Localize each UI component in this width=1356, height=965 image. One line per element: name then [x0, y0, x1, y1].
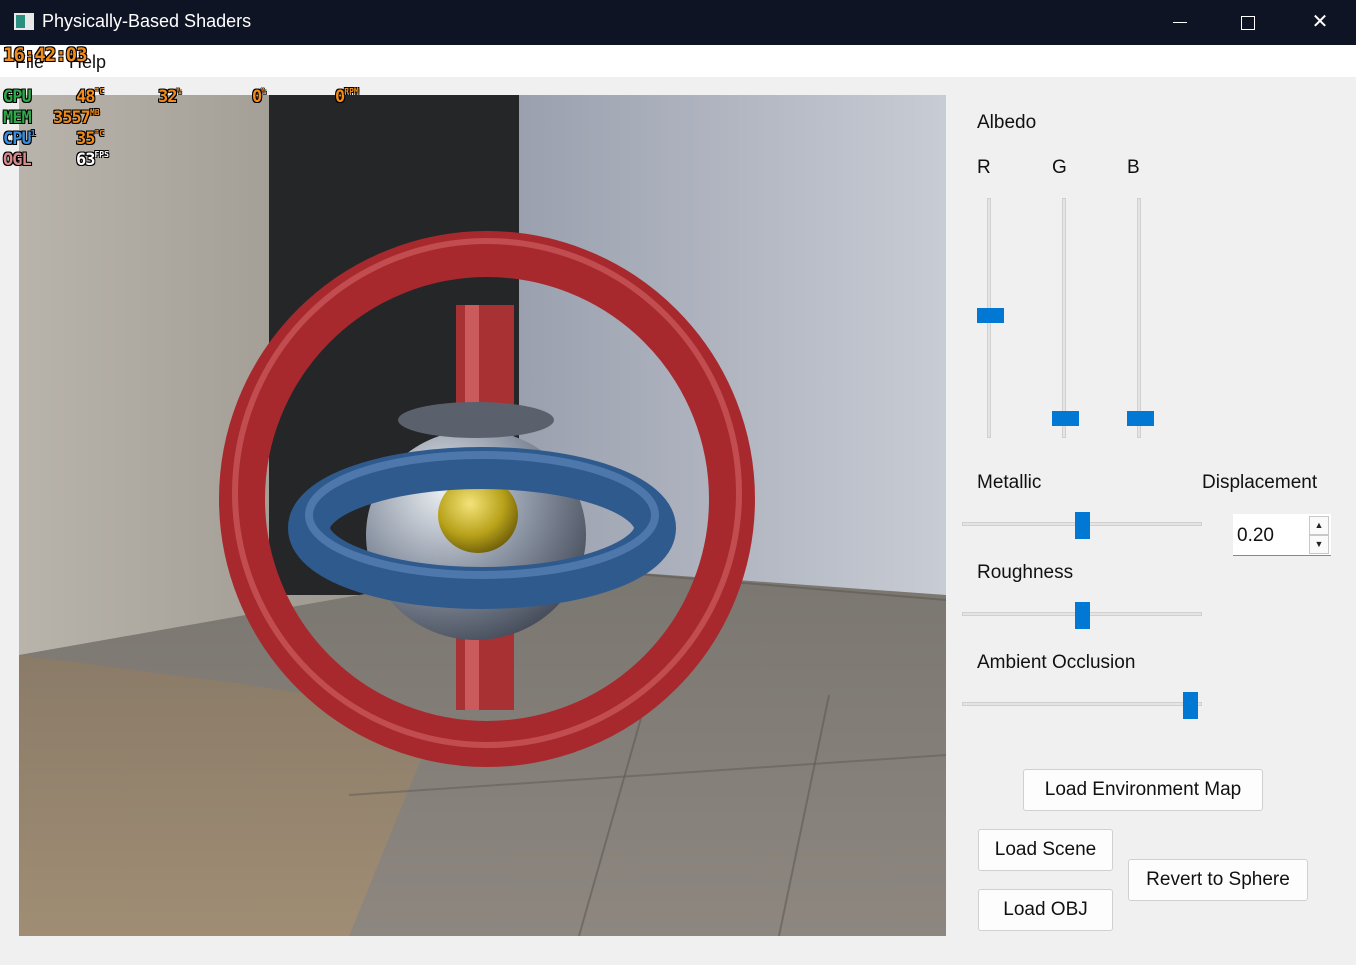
- gpu-temp-unit: °C: [94, 87, 105, 96]
- overlay-mem: 3557MB: [53, 108, 100, 128]
- gpu-v3-unit: %: [261, 87, 267, 96]
- overlay-fps: 63FPS: [76, 150, 109, 170]
- app-icon: [14, 13, 34, 30]
- overlay-gpu-label: GPU: [3, 87, 32, 107]
- displacement-value[interactable]: 0.20: [1237, 525, 1274, 547]
- albedo-g-handle[interactable]: [1052, 411, 1079, 426]
- cpu-temp-value: 35: [76, 129, 96, 149]
- gpu-temp-value: 48: [76, 87, 96, 107]
- scene-render: [19, 95, 946, 936]
- menu-bar: File Help: [0, 45, 1356, 77]
- fps-value: 63: [76, 150, 96, 170]
- gpu-fan-value: 0: [335, 87, 345, 107]
- cpu-label: CPU: [3, 129, 32, 149]
- overlay-clock: 16:42:03: [3, 44, 88, 66]
- overlay-cpu-label: CPU1: [3, 129, 36, 149]
- overlay-gpu-v3: 0%: [252, 87, 266, 107]
- fps-unit: FPS: [94, 150, 109, 159]
- overlay-gpu-temp: 48°C: [76, 87, 104, 107]
- overlay-cpu-temp: 35°C: [76, 129, 104, 149]
- overlay-gpu-load: 32%: [158, 87, 181, 107]
- albedo-b-label: B: [1127, 157, 1140, 178]
- metallic-handle[interactable]: [1074, 512, 1090, 539]
- cpu-index: 1: [30, 129, 36, 138]
- albedo-g-slider[interactable]: [1062, 198, 1066, 438]
- chevron-down-icon: ▼: [1314, 539, 1324, 549]
- load-obj-button[interactable]: Load OBJ: [978, 889, 1113, 931]
- render-viewport[interactable]: [19, 95, 946, 936]
- albedo-b-handle[interactable]: [1127, 411, 1154, 426]
- ao-slider[interactable]: [962, 702, 1202, 706]
- mem-value: 3557: [53, 108, 91, 128]
- gpu-fan-unit: RPM: [344, 87, 359, 96]
- maximize-button[interactable]: [1214, 0, 1282, 45]
- ao-label: Ambient Occlusion: [977, 652, 1136, 673]
- mem-unit: MB: [89, 108, 100, 117]
- cpu-temp-unit: °C: [94, 129, 105, 138]
- close-button[interactable]: ✕: [1286, 0, 1354, 45]
- overlay-ogl-label: OGL: [3, 150, 32, 170]
- displacement-label: Displacement: [1202, 472, 1318, 493]
- spin-up-button[interactable]: ▲: [1309, 516, 1329, 535]
- roughness-label: Roughness: [977, 562, 1074, 583]
- overlay-gpu-fan: 0RPM: [335, 87, 359, 107]
- albedo-r-label: R: [977, 157, 991, 178]
- displacement-spinbox[interactable]: 0.20 ▲ ▼: [1233, 514, 1331, 556]
- albedo-b-slider[interactable]: [1137, 198, 1141, 438]
- albedo-g-label: G: [1052, 157, 1067, 178]
- albedo-label: Albedo: [977, 112, 1037, 133]
- chevron-up-icon: ▲: [1314, 520, 1324, 530]
- metallic-label: Metallic: [977, 472, 1042, 493]
- window-title: Physically-Based Shaders: [42, 11, 252, 31]
- gpu-load-value: 32: [158, 87, 178, 107]
- minimize-icon: [1173, 22, 1187, 24]
- overlay-mem-label: MEM: [3, 108, 32, 128]
- roughness-handle[interactable]: [1074, 602, 1090, 629]
- close-icon: ✕: [1311, 11, 1329, 33]
- gpu-load-unit: %: [176, 87, 182, 96]
- revert-to-sphere-button[interactable]: Revert to Sphere: [1128, 859, 1308, 901]
- load-environment-map-button[interactable]: Load Environment Map: [1023, 769, 1263, 811]
- maximize-icon: [1241, 15, 1255, 30]
- title-bar: Physically-Based Shaders ✕: [0, 0, 1356, 45]
- minimize-button[interactable]: [1146, 0, 1214, 45]
- ao-handle[interactable]: [1182, 692, 1198, 719]
- load-scene-button[interactable]: Load Scene: [978, 829, 1113, 871]
- gpu-v3-value: 0: [252, 87, 262, 107]
- app-window: Physically-Based Shaders ✕ File Help 16:…: [0, 0, 1356, 965]
- spin-down-button[interactable]: ▼: [1309, 535, 1329, 554]
- albedo-r-handle[interactable]: [977, 307, 1004, 323]
